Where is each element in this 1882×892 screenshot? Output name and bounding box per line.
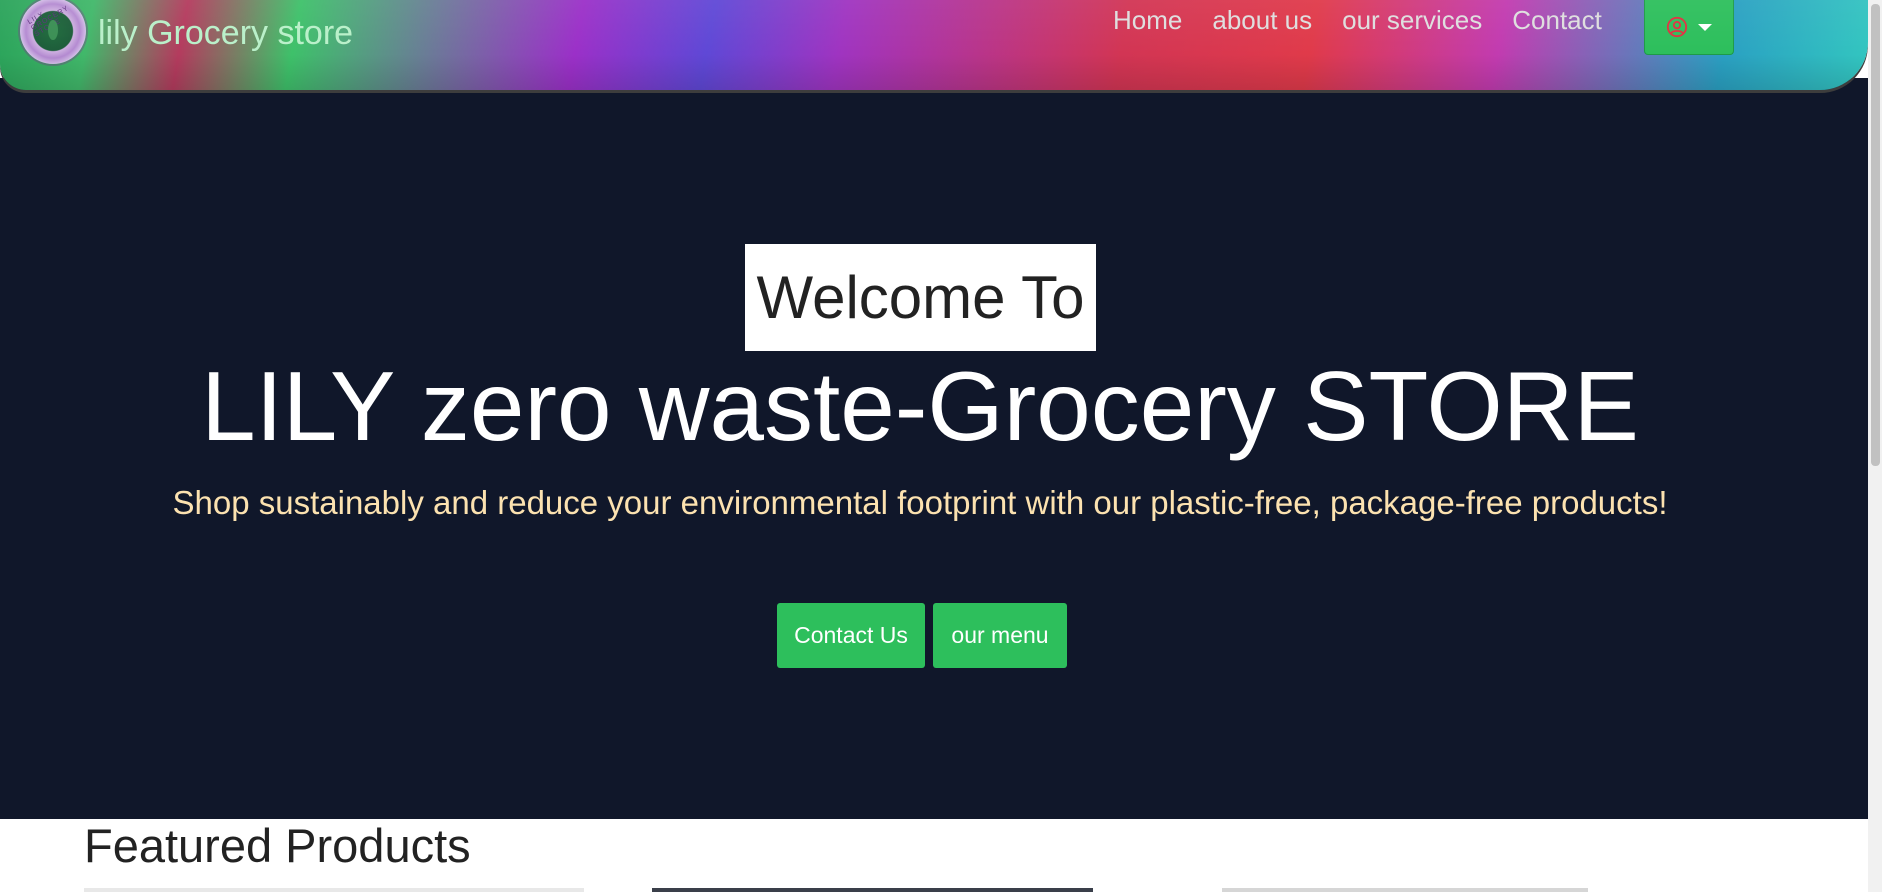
- nav-link-about-us[interactable]: about us: [1197, 2, 1327, 38]
- product-card-image[interactable]: [1222, 888, 1588, 892]
- contact-us-button[interactable]: Contact Us: [777, 603, 925, 668]
- hero-subtitle: Shop sustainably and reduce your environ…: [172, 484, 1668, 521]
- page: LILY GROCERY STORE lily Grocery store Ho…: [0, 0, 1882, 892]
- brand-link[interactable]: LILY GROCERY STORE lily Grocery store: [20, 0, 353, 70]
- logo-icon: LILY GROCERY STORE: [20, 0, 86, 64]
- scrollbar[interactable]: [1868, 0, 1882, 892]
- nav-link-our-services[interactable]: our services: [1327, 2, 1497, 38]
- nav-link-contact[interactable]: Contact: [1497, 2, 1617, 38]
- nav-links: Home about us our services Contact: [1098, 2, 1617, 38]
- hero-section: Welcome To LILY zero waste-Grocery STORE…: [0, 78, 1868, 819]
- brand-name: lily Grocery store: [98, 13, 354, 52]
- product-card-image[interactable]: [652, 888, 1093, 892]
- scrollbar-thumb[interactable]: [1871, 4, 1880, 466]
- user-circle-icon: [1666, 16, 1688, 38]
- navbar: LILY GROCERY STORE lily Grocery store Ho…: [0, 0, 1868, 90]
- our-menu-button[interactable]: our menu: [933, 603, 1067, 668]
- product-card-image[interactable]: [84, 888, 584, 892]
- user-menu-button[interactable]: [1644, 0, 1734, 55]
- welcome-label: Welcome To: [745, 244, 1096, 351]
- hero-title: LILY zero waste-Grocery STORE: [201, 351, 1639, 461]
- featured-products-title: Featured Products: [84, 819, 471, 872]
- leaf-icon: [48, 20, 58, 40]
- hero-buttons: Contact Us our menu: [777, 603, 1067, 668]
- caret-down-icon: [1698, 23, 1712, 31]
- nav-link-home[interactable]: Home: [1098, 2, 1197, 38]
